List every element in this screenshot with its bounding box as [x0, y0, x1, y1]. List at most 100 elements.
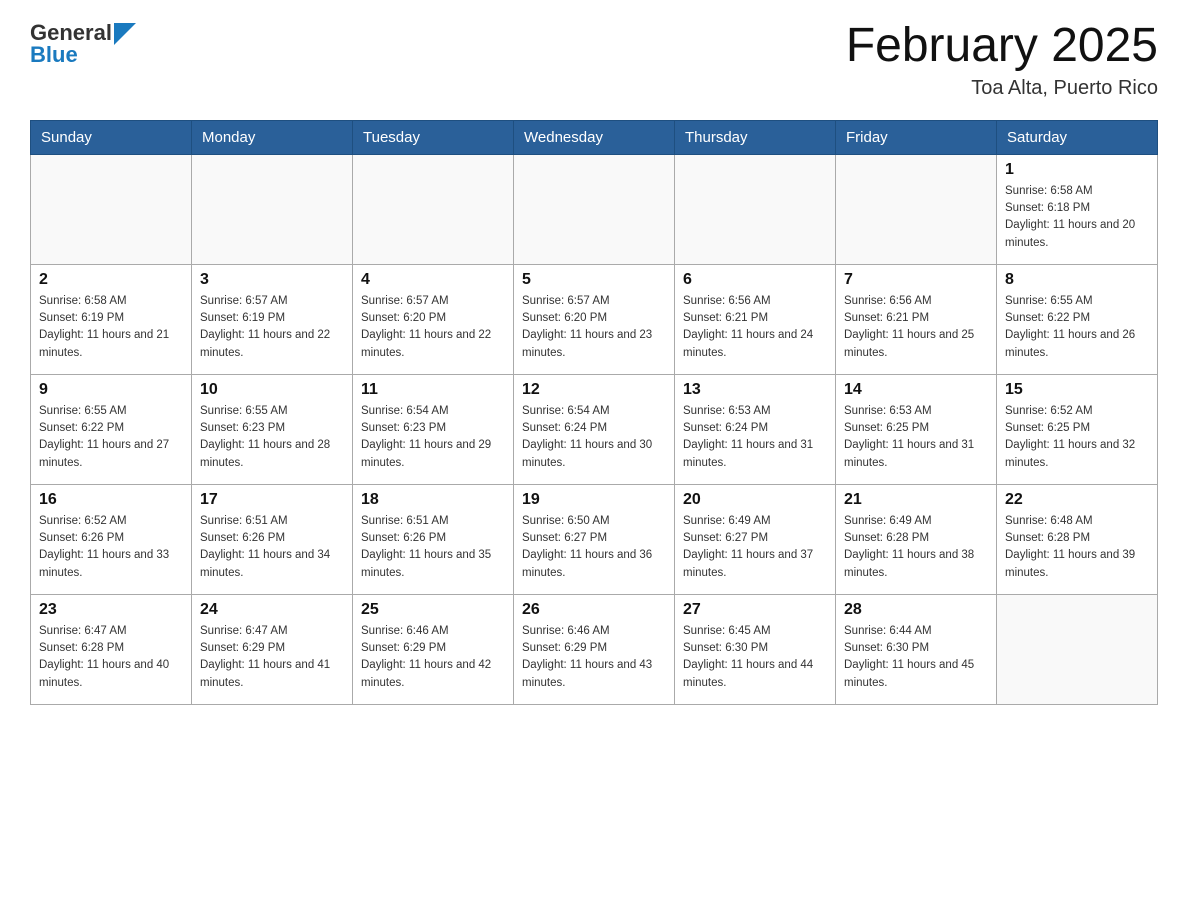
calendar-header-row: Sunday Monday Tuesday Wednesday Thursday…: [31, 120, 1158, 154]
day-info: Sunrise: 6:46 AMSunset: 6:29 PMDaylight:…: [361, 623, 505, 692]
day-info: Sunrise: 6:57 AMSunset: 6:20 PMDaylight:…: [361, 293, 505, 362]
day-number: 4: [361, 271, 505, 289]
day-number: 9: [39, 381, 183, 399]
day-info: Sunrise: 6:50 AMSunset: 6:27 PMDaylight:…: [522, 513, 666, 582]
table-row: [836, 154, 997, 264]
col-sunday: Sunday: [31, 120, 192, 154]
day-number: 12: [522, 381, 666, 399]
page-header: General Blue February 2025 Toa Alta, Pue…: [30, 20, 1158, 100]
day-info: Sunrise: 6:54 AMSunset: 6:23 PMDaylight:…: [361, 403, 505, 472]
day-info: Sunrise: 6:56 AMSunset: 6:21 PMDaylight:…: [683, 293, 827, 362]
table-row: 9 Sunrise: 6:55 AMSunset: 6:22 PMDaylight…: [31, 374, 192, 484]
table-row: 3 Sunrise: 6:57 AMSunset: 6:19 PMDaylight…: [192, 264, 353, 374]
day-number: 2: [39, 271, 183, 289]
day-number: 19: [522, 491, 666, 509]
day-info: Sunrise: 6:58 AMSunset: 6:19 PMDaylight:…: [39, 293, 183, 362]
day-number: 24: [200, 601, 344, 619]
day-number: 28: [844, 601, 988, 619]
table-row: 17 Sunrise: 6:51 AMSunset: 6:26 PMDayligh…: [192, 484, 353, 594]
calendar-row: 9 Sunrise: 6:55 AMSunset: 6:22 PMDaylight…: [31, 374, 1158, 484]
col-saturday: Saturday: [997, 120, 1158, 154]
table-row: 8 Sunrise: 6:55 AMSunset: 6:22 PMDaylight…: [997, 264, 1158, 374]
table-row: 7Sunrise: 6:56 AMSunset: 6:21 PMDaylight…: [836, 264, 997, 374]
table-row: 27 Sunrise: 6:45 AMSunset: 6:30 PMDayligh…: [675, 594, 836, 704]
table-row: 23 Sunrise: 6:47 AMSunset: 6:28 PMDayligh…: [31, 594, 192, 704]
day-info: Sunrise: 6:53 AMSunset: 6:24 PMDaylight:…: [683, 403, 827, 472]
col-thursday: Thursday: [675, 120, 836, 154]
day-number: 26: [522, 601, 666, 619]
day-info: Sunrise: 6:53 AMSunset: 6:25 PMDaylight:…: [844, 403, 988, 472]
day-number: 1: [1005, 161, 1149, 179]
location-subtitle: Toa Alta, Puerto Rico: [846, 77, 1158, 100]
calendar-table: Sunday Monday Tuesday Wednesday Thursday…: [30, 120, 1158, 705]
table-row: 24 Sunrise: 6:47 AMSunset: 6:29 PMDayligh…: [192, 594, 353, 704]
day-info: Sunrise: 6:57 AMSunset: 6:20 PMDaylight:…: [522, 293, 666, 362]
col-monday: Monday: [192, 120, 353, 154]
day-info: Sunrise: 6:54 AMSunset: 6:24 PMDaylight:…: [522, 403, 666, 472]
day-info: Sunrise: 6:55 AMSunset: 6:22 PMDaylight:…: [39, 403, 183, 472]
day-info: Sunrise: 6:58 AMSunset: 6:18 PMDaylight:…: [1005, 183, 1149, 252]
day-number: 6: [683, 271, 827, 289]
day-number: 5: [522, 271, 666, 289]
table-row: 14Sunrise: 6:53 AMSunset: 6:25 PMDayligh…: [836, 374, 997, 484]
table-row: 28 Sunrise: 6:44 AMSunset: 6:30 PMDayligh…: [836, 594, 997, 704]
table-row: [353, 154, 514, 264]
table-row: [31, 154, 192, 264]
table-row: 2 Sunrise: 6:58 AMSunset: 6:19 PMDaylight…: [31, 264, 192, 374]
day-info: Sunrise: 6:49 AMSunset: 6:27 PMDaylight:…: [683, 513, 827, 582]
day-number: 11: [361, 381, 505, 399]
table-row: 15Sunrise: 6:52 AMSunset: 6:25 PMDayligh…: [997, 374, 1158, 484]
table-row: 25 Sunrise: 6:46 AMSunset: 6:29 PMDayligh…: [353, 594, 514, 704]
col-wednesday: Wednesday: [514, 120, 675, 154]
table-row: 26 Sunrise: 6:46 AMSunset: 6:29 PMDayligh…: [514, 594, 675, 704]
day-number: 25: [361, 601, 505, 619]
logo-blue-text: Blue: [30, 42, 78, 68]
month-title: February 2025: [846, 20, 1158, 73]
calendar-row: 23 Sunrise: 6:47 AMSunset: 6:28 PMDayligh…: [31, 594, 1158, 704]
day-info: Sunrise: 6:55 AMSunset: 6:23 PMDaylight:…: [200, 403, 344, 472]
day-info: Sunrise: 6:48 AMSunset: 6:28 PMDaylight:…: [1005, 513, 1149, 582]
table-row: 21 Sunrise: 6:49 AMSunset: 6:28 PMDayligh…: [836, 484, 997, 594]
table-row: [192, 154, 353, 264]
table-row: 19 Sunrise: 6:50 AMSunset: 6:27 PMDayligh…: [514, 484, 675, 594]
logo: General Blue: [30, 20, 136, 68]
table-row: 22Sunrise: 6:48 AMSunset: 6:28 PMDayligh…: [997, 484, 1158, 594]
table-row: 11 Sunrise: 6:54 AMSunset: 6:23 PMDayligh…: [353, 374, 514, 484]
table-row: 4 Sunrise: 6:57 AMSunset: 6:20 PMDaylight…: [353, 264, 514, 374]
day-info: Sunrise: 6:51 AMSunset: 6:26 PMDaylight:…: [361, 513, 505, 582]
day-info: Sunrise: 6:49 AMSunset: 6:28 PMDaylight:…: [844, 513, 988, 582]
day-number: 18: [361, 491, 505, 509]
table-row: [675, 154, 836, 264]
day-info: Sunrise: 6:57 AMSunset: 6:19 PMDaylight:…: [200, 293, 344, 362]
table-row: [997, 594, 1158, 704]
day-info: Sunrise: 6:52 AMSunset: 6:26 PMDaylight:…: [39, 513, 183, 582]
day-info: Sunrise: 6:51 AMSunset: 6:26 PMDaylight:…: [200, 513, 344, 582]
table-row: 6 Sunrise: 6:56 AMSunset: 6:21 PMDaylight…: [675, 264, 836, 374]
calendar-row: 1 Sunrise: 6:58 AMSunset: 6:18 PMDaylight…: [31, 154, 1158, 264]
table-row: 10 Sunrise: 6:55 AMSunset: 6:23 PMDayligh…: [192, 374, 353, 484]
table-row: 13 Sunrise: 6:53 AMSunset: 6:24 PMDayligh…: [675, 374, 836, 484]
day-number: 7: [844, 271, 988, 289]
table-row: 5 Sunrise: 6:57 AMSunset: 6:20 PMDaylight…: [514, 264, 675, 374]
col-tuesday: Tuesday: [353, 120, 514, 154]
day-info: Sunrise: 6:55 AMSunset: 6:22 PMDaylight:…: [1005, 293, 1149, 362]
table-row: 1 Sunrise: 6:58 AMSunset: 6:18 PMDaylight…: [997, 154, 1158, 264]
day-number: 3: [200, 271, 344, 289]
col-friday: Friday: [836, 120, 997, 154]
day-info: Sunrise: 6:45 AMSunset: 6:30 PMDaylight:…: [683, 623, 827, 692]
day-info: Sunrise: 6:44 AMSunset: 6:30 PMDaylight:…: [844, 623, 988, 692]
day-number: 23: [39, 601, 183, 619]
day-number: 17: [200, 491, 344, 509]
day-number: 13: [683, 381, 827, 399]
table-row: 16Sunrise: 6:52 AMSunset: 6:26 PMDayligh…: [31, 484, 192, 594]
day-info: Sunrise: 6:47 AMSunset: 6:28 PMDaylight:…: [39, 623, 183, 692]
day-number: 27: [683, 601, 827, 619]
day-number: 15: [1005, 381, 1149, 399]
day-info: Sunrise: 6:47 AMSunset: 6:29 PMDaylight:…: [200, 623, 344, 692]
day-number: 8: [1005, 271, 1149, 289]
day-number: 10: [200, 381, 344, 399]
day-number: 21: [844, 491, 988, 509]
day-info: Sunrise: 6:46 AMSunset: 6:29 PMDaylight:…: [522, 623, 666, 692]
table-row: 18 Sunrise: 6:51 AMSunset: 6:26 PMDayligh…: [353, 484, 514, 594]
day-number: 20: [683, 491, 827, 509]
